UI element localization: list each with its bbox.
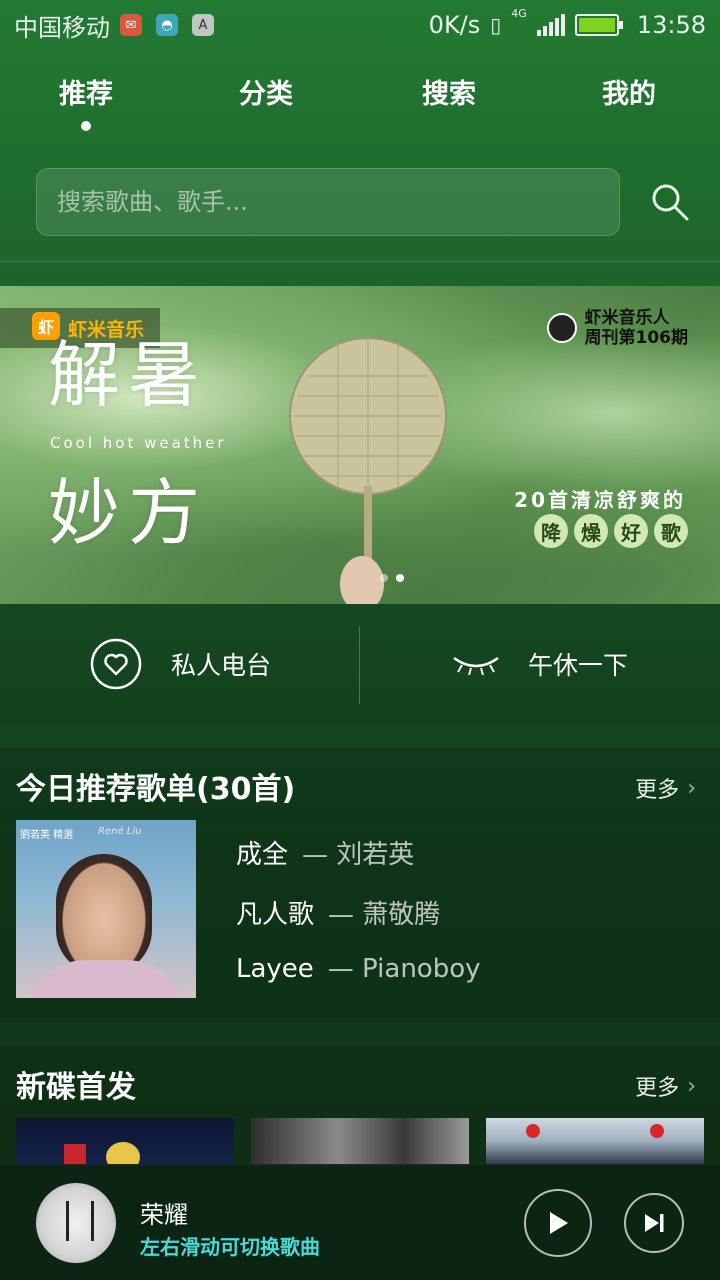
divider: [359, 626, 360, 704]
banner-pager: [380, 574, 404, 582]
banner-subtitle: Cool hot weather: [50, 434, 227, 452]
quick-label: 午休一下: [527, 651, 628, 680]
now-playing-title: 荣耀: [140, 1201, 188, 1229]
cover-tag: René Liu: [98, 826, 142, 837]
net-speed: 0K/s: [428, 11, 481, 39]
active-tab-indicator: [81, 121, 91, 131]
swipe-hint: 左右滑动可切换歌曲: [140, 1235, 320, 1259]
cover-title: 劉若英 精選: [20, 830, 74, 841]
banner-title-line1: 解暑: [48, 333, 209, 417]
more-label: 更多: [635, 1076, 680, 1101]
more-button[interactable]: 更多 ›: [635, 772, 696, 804]
quick-label: 私人电台: [170, 651, 271, 680]
battery-icon: [574, 14, 623, 36]
pager-dot-active[interactable]: [396, 574, 404, 582]
divider: [0, 261, 720, 262]
tab-recommend[interactable]: 推荐: [59, 72, 113, 131]
a-icon: A: [192, 14, 214, 36]
search-icon[interactable]: [650, 182, 690, 222]
tab-label: 我的: [602, 79, 656, 110]
next-button[interactable]: [624, 1193, 684, 1253]
tab-search[interactable]: 搜索: [422, 72, 476, 111]
closed-eye-icon: [453, 656, 499, 676]
search-input[interactable]: [57, 188, 619, 216]
list-item[interactable]: Layee — Pianoboy: [236, 954, 481, 984]
tab-label: 分类: [239, 79, 293, 110]
more-label: 更多: [635, 778, 680, 803]
song-artist: — Pianoboy: [327, 954, 481, 984]
promo-chips: 降 燥 好 歌: [534, 514, 688, 548]
song-artist: — 萧敬腾: [328, 900, 441, 930]
fan-illustration: [289, 337, 447, 604]
song-title: Layee: [236, 954, 314, 984]
song-title: 凡人歌: [236, 900, 315, 930]
vibrate-icon: ▯: [490, 13, 502, 37]
pager-dot[interactable]: [380, 574, 388, 582]
section-title: 新碟首发: [16, 1070, 136, 1105]
chevron-right-icon: ›: [687, 775, 696, 801]
song-title: 成全: [236, 840, 289, 870]
android-icon: ◓: [156, 14, 178, 36]
disc-art-block: [64, 1144, 86, 1164]
chevron-right-icon: ›: [687, 1073, 696, 1099]
signal-icon: [536, 14, 565, 36]
mini-player[interactable]: 荣耀 左右滑动可切换歌曲: [0, 1164, 720, 1280]
list-item[interactable]: 成全 — 刘若英: [236, 834, 414, 871]
tab-category[interactable]: 分类: [239, 72, 293, 111]
skip-next-icon: [645, 1214, 664, 1232]
clock: 13:58: [636, 11, 706, 39]
weekly-badge: 虾米音乐人 周刊第106期: [546, 308, 689, 348]
promo-chip: 燥: [574, 514, 608, 548]
promo-banner[interactable]: 虾米音乐 虾 解暑 Cool hot weather 妙方 虾米音乐人 周刊第1…: [0, 286, 720, 604]
tab-label: 推荐: [59, 79, 113, 110]
weekly-issue: 周刊第106期: [584, 328, 689, 348]
more-button[interactable]: 更多 ›: [635, 1070, 696, 1102]
status-bar: 中国移动 ✉ ◓ A 0K/s ▯ 4G 13:58: [0, 0, 720, 50]
promo-chip: 降: [534, 514, 568, 548]
playlist-cover[interactable]: 劉若英 精選 René Liu: [16, 820, 196, 998]
mail-icon: ✉: [120, 14, 142, 36]
top-tabs: 推荐 分类 搜索 我的: [0, 72, 720, 132]
disc-art-block: [526, 1124, 540, 1138]
banner-title-line2: 妙方: [48, 471, 209, 555]
promo-text: 20首清凉舒爽的: [514, 488, 686, 512]
promo-chip: 好: [614, 514, 648, 548]
music-disc-icon: [546, 313, 577, 343]
play-icon: [550, 1212, 568, 1234]
cover-portrait-shirt: [26, 960, 186, 998]
play-button[interactable]: [524, 1189, 592, 1257]
promo-chip: 歌: [654, 514, 688, 548]
cover-portrait: [56, 854, 152, 974]
private-radio-button[interactable]: 私人电台: [0, 604, 360, 724]
now-playing-cover[interactable]: [36, 1183, 116, 1263]
disc-art-block: [650, 1124, 664, 1138]
nap-button[interactable]: 午休一下: [360, 604, 720, 724]
list-item[interactable]: 凡人歌 — 萧敬腾: [236, 894, 440, 931]
disc-cover[interactable]: [16, 1118, 234, 1164]
heart-icon: [90, 638, 142, 690]
disc-cover[interactable]: [486, 1118, 704, 1164]
quick-actions: 私人电台 午休一下: [0, 604, 720, 724]
network-type: 4G: [511, 7, 527, 20]
disc-cover[interactable]: [251, 1118, 469, 1164]
carrier-label: 中国移动: [14, 13, 110, 42]
weekly-name: 虾米音乐人: [584, 308, 670, 328]
disc-art-block: [106, 1142, 140, 1164]
section-title: 今日推荐歌单(30首): [16, 772, 296, 807]
search-box[interactable]: [36, 168, 620, 236]
tab-mine[interactable]: 我的: [602, 72, 656, 111]
song-artist: — 刘若英: [302, 840, 415, 870]
tab-label: 搜索: [422, 79, 476, 110]
